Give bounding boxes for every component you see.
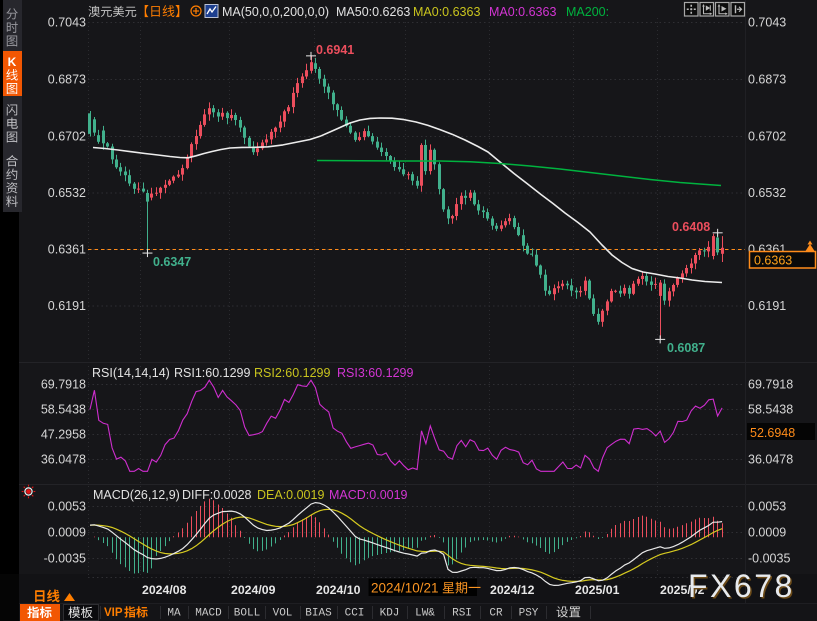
svg-text:52.6948: 52.6948: [750, 426, 795, 440]
svg-text:0.6191: 0.6191: [748, 299, 786, 313]
svg-text:0.6087: 0.6087: [667, 341, 705, 355]
svg-text:-0.0035: -0.0035: [748, 552, 790, 566]
svg-text:MACD(26,12,9): MACD(26,12,9): [93, 488, 180, 502]
svg-text:VIP: VIP: [104, 607, 123, 619]
svg-text:36.0478: 36.0478: [748, 453, 793, 467]
svg-text:0.6702: 0.6702: [48, 130, 86, 144]
svg-text:2024/08: 2024/08: [142, 583, 187, 597]
svg-text:BOLL: BOLL: [234, 608, 260, 620]
svg-text:DEA:0.0019: DEA:0.0019: [257, 488, 324, 502]
svg-text:K: K: [8, 55, 17, 69]
svg-text:2024/10/21: 2024/10/21: [371, 581, 439, 596]
svg-text:LW&: LW&: [415, 608, 435, 620]
svg-text:0.0053: 0.0053: [48, 500, 86, 514]
svg-text:0.7043: 0.7043: [48, 16, 86, 30]
svg-text:2025/01: 2025/01: [575, 583, 620, 597]
svg-text:DIFF:0.0028: DIFF:0.0028: [182, 488, 252, 502]
svg-text:MA: MA: [167, 608, 181, 620]
svg-text:PSY: PSY: [519, 608, 539, 620]
svg-text:CR: CR: [489, 608, 503, 620]
svg-text:69.7918: 69.7918: [748, 378, 793, 392]
svg-text:0.7043: 0.7043: [748, 16, 786, 30]
svg-text:0.6532: 0.6532: [748, 186, 786, 200]
svg-text:0.6941: 0.6941: [316, 43, 354, 57]
svg-text:0.0009: 0.0009: [48, 526, 86, 540]
svg-text:MACD:0.0019: MACD:0.0019: [329, 488, 408, 502]
svg-text:RSI1:60.1299: RSI1:60.1299: [174, 366, 250, 380]
svg-text:FX678: FX678: [688, 568, 795, 604]
svg-text:KDJ: KDJ: [380, 608, 400, 620]
svg-text:0.0009: 0.0009: [748, 526, 786, 540]
svg-text:CCI: CCI: [345, 608, 365, 620]
svg-text:RSI3:60.1299: RSI3:60.1299: [337, 366, 413, 380]
svg-text:0.6532: 0.6532: [48, 186, 86, 200]
svg-text:MACD: MACD: [195, 608, 222, 620]
svg-text:BIAS: BIAS: [305, 608, 332, 620]
svg-text:0.6191: 0.6191: [48, 299, 86, 313]
svg-text:2024/09: 2024/09: [231, 583, 276, 597]
svg-text:69.7918: 69.7918: [41, 378, 86, 392]
svg-text:36.0478: 36.0478: [41, 453, 86, 467]
svg-text:47.2958: 47.2958: [41, 428, 86, 442]
svg-text:RSI(14,14,14): RSI(14,14,14): [92, 366, 170, 380]
svg-text:-0.0035: -0.0035: [44, 552, 86, 566]
svg-text:MA200:: MA200:: [566, 5, 609, 19]
svg-text:MA50:0.6263: MA50:0.6263: [336, 5, 410, 19]
svg-text:0.6873: 0.6873: [748, 73, 786, 87]
svg-text:0.6873: 0.6873: [48, 73, 86, 87]
svg-text:RSI2:60.1299: RSI2:60.1299: [254, 366, 330, 380]
svg-text:0.0053: 0.0053: [748, 500, 786, 514]
svg-text:2024/10: 2024/10: [316, 583, 361, 597]
svg-text:VOL: VOL: [273, 608, 293, 620]
svg-text:MA0:0.6363: MA0:0.6363: [413, 5, 480, 19]
svg-text:0.6361: 0.6361: [48, 243, 86, 257]
svg-text:0.6363: 0.6363: [754, 254, 792, 268]
svg-text:2024/12: 2024/12: [490, 583, 535, 597]
svg-text:0.6408: 0.6408: [672, 220, 710, 234]
svg-text:0.6702: 0.6702: [748, 130, 786, 144]
svg-text:58.5438: 58.5438: [41, 403, 86, 417]
svg-text:0.6347: 0.6347: [153, 255, 191, 269]
svg-text:MA0:0.6363: MA0:0.6363: [489, 5, 556, 19]
svg-text:RSI: RSI: [452, 608, 472, 620]
svg-text:58.5438: 58.5438: [748, 403, 793, 417]
svg-text:MA(50,0,0,200,0,0): MA(50,0,0,200,0,0): [222, 5, 329, 19]
